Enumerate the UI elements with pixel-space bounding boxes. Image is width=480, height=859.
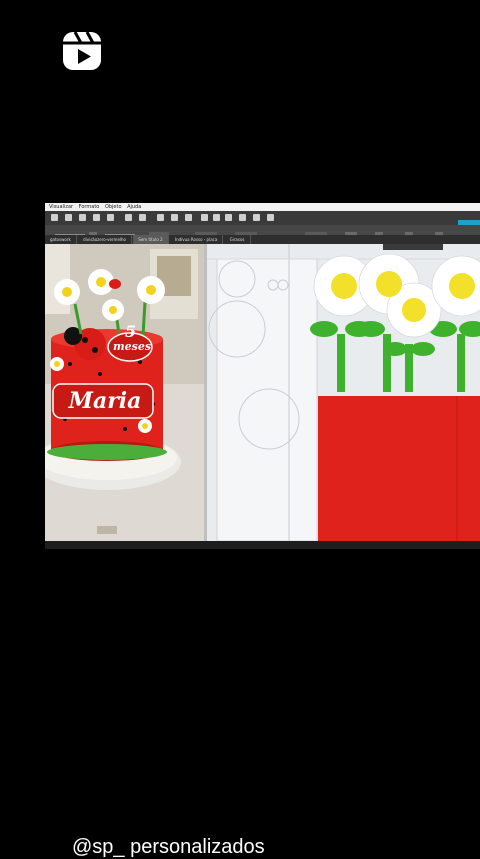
tab-sem-titulo[interactable]: Sem título 2 — [133, 235, 169, 244]
main-toolbar — [45, 211, 480, 230]
tool-icon[interactable] — [79, 214, 86, 221]
tool-icon[interactable] — [51, 214, 58, 221]
tab-divisaozero[interactable]: divisãozero-vermelho — [78, 235, 133, 244]
tool-icon[interactable] — [267, 214, 274, 221]
reels-icon[interactable] — [61, 30, 103, 72]
tab-gatoswork[interactable]: gatoswork — [45, 235, 77, 244]
tool-icon[interactable] — [93, 214, 100, 221]
reference-photo: Maria 5 meses — [45, 244, 204, 541]
status-bar — [45, 541, 480, 549]
tab-placa[interactable]: Indívua Rosso - placa — [170, 235, 224, 244]
video-frame[interactable]: Visualizar Formato Objeto Ajuda gatoswor… — [45, 203, 480, 549]
months-label-text: meses — [113, 340, 152, 353]
tool-icon[interactable] — [171, 214, 178, 221]
tab-girasos[interactable]: Girasos — [225, 235, 251, 244]
tool-icon[interactable] — [185, 214, 192, 221]
hand-icon[interactable] — [253, 214, 260, 221]
tool-icon[interactable] — [157, 214, 164, 221]
zoom-out-icon[interactable] — [213, 214, 220, 221]
zoom-in-icon[interactable] — [201, 214, 208, 221]
tool-icon[interactable] — [139, 214, 146, 221]
zoom-fit-icon[interactable] — [225, 214, 232, 221]
menu-formato[interactable]: Formato — [79, 204, 100, 210]
months-number-text: 5 — [125, 322, 137, 341]
design-canvas[interactable] — [207, 244, 480, 541]
menu-objeto[interactable]: Objeto — [105, 204, 122, 210]
tool-icon[interactable] — [239, 214, 246, 221]
menu-visualizar[interactable]: Visualizar — [49, 204, 73, 210]
tool-icon[interactable] — [65, 214, 72, 221]
app-menubar: Visualizar Formato Objeto Ajuda — [45, 203, 480, 211]
tool-icon[interactable] — [107, 214, 114, 221]
document-tabs: gatoswork divisãozero-vermelho Sem títul… — [45, 235, 480, 244]
cake-name-text: Maria — [68, 388, 142, 414]
tool-icon[interactable] — [125, 214, 132, 221]
username-caption[interactable]: @sp_ personalizados — [72, 836, 265, 859]
property-toolbar — [45, 225, 480, 238]
menu-ajuda[interactable]: Ajuda — [127, 204, 141, 210]
